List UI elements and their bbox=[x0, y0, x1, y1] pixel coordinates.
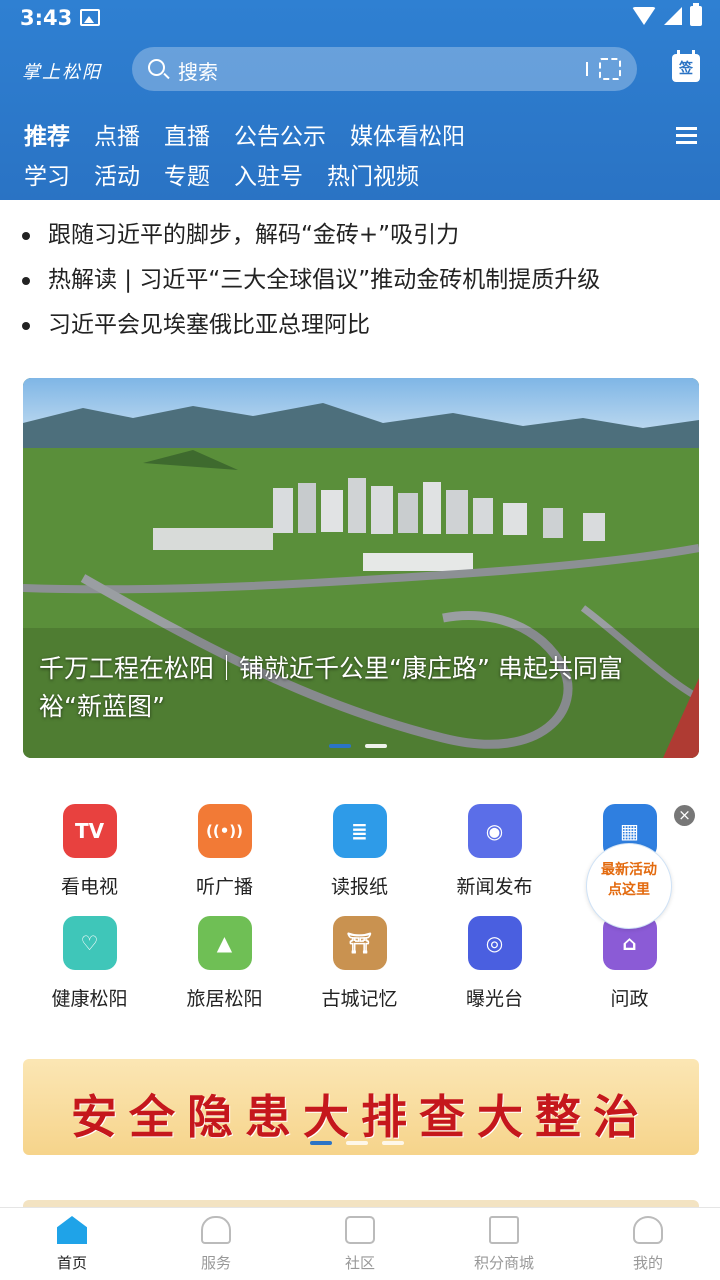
checkin-label: 签 bbox=[679, 61, 693, 77]
tv-icon: TV bbox=[62, 804, 117, 858]
health-icon: ♡ bbox=[62, 916, 117, 970]
signal-icon bbox=[664, 7, 682, 25]
heart-hands-icon bbox=[201, 1216, 231, 1244]
status-bar: 3:43 bbox=[0, 0, 720, 38]
target-icon: ◎ bbox=[467, 916, 522, 970]
service-label: 问政 bbox=[610, 988, 649, 1010]
tab-hot-videos[interactable]: 热门视频 bbox=[327, 157, 419, 191]
home-icon bbox=[57, 1216, 87, 1244]
service-label: 看电视 bbox=[60, 876, 118, 898]
health-glyph: ♡ bbox=[80, 931, 99, 955]
bottom-navigation: 首页 服务 社区 积分商城 我的 bbox=[0, 1207, 720, 1280]
headline-list: 跟随习近平的脚步，解码“金砖+”吸引力 热解读 | 习近平“三大全球倡议”推动金… bbox=[22, 213, 702, 348]
tab-media-songyang[interactable]: 媒体看松阳 bbox=[350, 117, 465, 151]
search-bar[interactable]: 搜索 bbox=[132, 47, 637, 91]
service-radio[interactable]: ((•)) 听广播 bbox=[157, 800, 292, 910]
scan-icon[interactable] bbox=[599, 58, 621, 80]
press-glyph: ◉ bbox=[485, 819, 504, 843]
tab-accounts[interactable]: 入驻号 bbox=[234, 157, 303, 191]
service-travel[interactable]: ▲ 旅居松阳 bbox=[157, 912, 292, 1022]
carousel-dot bbox=[382, 1141, 404, 1145]
close-promo-button[interactable]: × bbox=[674, 805, 695, 826]
service-health[interactable]: ♡ 健康松阳 bbox=[22, 912, 157, 1022]
radio-glyph: ((•)) bbox=[205, 822, 243, 840]
headline-item[interactable]: 习近平会见埃塞俄比亚总理阿比 bbox=[22, 303, 702, 348]
service-label: 曝光台 bbox=[465, 988, 523, 1010]
promo-bubble[interactable]: 最新活动 点这里 bbox=[586, 843, 672, 929]
status-time: 3:43 bbox=[20, 6, 73, 30]
nav-label: 我的 bbox=[632, 1254, 663, 1272]
carousel-dot bbox=[346, 1141, 368, 1145]
service-label: 新闻发布 bbox=[456, 876, 533, 898]
mountain-glyph: ▲ bbox=[216, 931, 233, 955]
system-indicators bbox=[632, 3, 702, 26]
battery-icon bbox=[690, 3, 702, 26]
app-logo: 掌上松阳 bbox=[22, 62, 102, 83]
checkin-calendar-icon[interactable]: 签 bbox=[672, 50, 700, 82]
channel-tabs: 推荐 点播 直播 公告公示 媒体看松阳 学习 活动 专题 入驻号 热门视频 bbox=[24, 114, 664, 194]
service-label: 古城记忆 bbox=[321, 988, 398, 1010]
nav-points-mall[interactable]: 积分商城 bbox=[432, 1208, 576, 1280]
promo-line-1: 最新活动 bbox=[601, 862, 657, 878]
user-icon bbox=[633, 1216, 663, 1244]
banner-caption: 千万工程在松阳｜铺就近千公里“康庄路” 串起共同富裕“新蓝图” bbox=[39, 654, 623, 721]
nav-profile[interactable]: 我的 bbox=[576, 1208, 720, 1280]
newspaper-glyph: ≣ bbox=[351, 819, 368, 843]
tab-recommend[interactable]: 推荐 bbox=[24, 117, 70, 151]
service-ancient-city[interactable]: ⛩ 古城记忆 bbox=[292, 912, 427, 1022]
menu-icon[interactable] bbox=[676, 127, 697, 144]
tab-live[interactable]: 直播 bbox=[164, 117, 210, 151]
tabs-row-2: 学习 活动 专题 入驻号 热门视频 bbox=[24, 154, 664, 194]
ancient-gate-icon: ⛩ bbox=[332, 916, 387, 970]
carousel-dot-active bbox=[310, 1141, 332, 1145]
nav-home[interactable]: 首页 bbox=[0, 1208, 144, 1280]
search-placeholder: 搜索 bbox=[178, 60, 218, 84]
nav-community[interactable]: 社区 bbox=[288, 1208, 432, 1280]
mountain-icon: ▲ bbox=[197, 916, 252, 970]
service-label: 听广播 bbox=[195, 876, 253, 898]
service-label: 健康松阳 bbox=[51, 988, 128, 1010]
search-divider bbox=[586, 62, 588, 76]
hero-carousel[interactable]: 千万工程在松阳｜铺就近千公里“康庄路” 串起共同富裕“新蓝图” bbox=[23, 378, 699, 758]
tab-announcements[interactable]: 公告公示 bbox=[234, 117, 326, 151]
carousel-dot bbox=[365, 744, 387, 748]
promo-line-2: 点这里 bbox=[608, 882, 650, 898]
nav-label: 首页 bbox=[56, 1254, 87, 1272]
wifi-icon bbox=[632, 7, 656, 25]
service-label: 旅居松阳 bbox=[186, 988, 263, 1010]
gate-glyph: ⛩ bbox=[346, 931, 373, 955]
service-watch-tv[interactable]: TV 看电视 bbox=[22, 800, 157, 910]
app-header: 3:43 掌上松阳 搜索 签 推荐 点播 直播 公告公示 媒体看松阳 学习 活动… bbox=[0, 0, 720, 200]
press-release-icon: ◉ bbox=[467, 804, 522, 858]
search-icon bbox=[148, 59, 165, 76]
nav-label: 积分商城 bbox=[473, 1254, 534, 1272]
carousel-indicator bbox=[329, 744, 387, 748]
service-newspaper[interactable]: ≣ 读报纸 bbox=[292, 800, 427, 910]
service-press-release[interactable]: ◉ 新闻发布 bbox=[427, 800, 562, 910]
nav-label: 社区 bbox=[344, 1254, 375, 1272]
headline-item[interactable]: 跟随习近平的脚步，解码“金砖+”吸引力 bbox=[22, 213, 702, 258]
gallery-notification-icon bbox=[80, 9, 100, 26]
headline-item[interactable]: 热解读 | 习近平“三大全球倡议”推动金砖机制提质升级 bbox=[22, 258, 702, 303]
safety-banner-text: 安全隐患大排查大整治 bbox=[71, 1090, 651, 1144]
radio-icon: ((•)) bbox=[197, 804, 252, 858]
newspaper-icon: ≣ bbox=[332, 804, 387, 858]
target-glyph: ◎ bbox=[485, 931, 504, 955]
tab-on-demand[interactable]: 点播 bbox=[94, 117, 140, 151]
gift-icon bbox=[489, 1216, 519, 1244]
tv-glyph: TV bbox=[74, 819, 105, 843]
safety-banner[interactable]: 安全隐患大排查大整治 bbox=[23, 1059, 699, 1155]
service-label: 读报纸 bbox=[330, 876, 388, 898]
tab-study[interactable]: 学习 bbox=[24, 157, 70, 191]
tabs-row-1: 推荐 点播 直播 公告公示 媒体看松阳 bbox=[24, 114, 664, 154]
service-exposure[interactable]: ◎ 曝光台 bbox=[427, 912, 562, 1022]
nav-label: 服务 bbox=[200, 1254, 231, 1272]
community-chat-icon bbox=[345, 1216, 375, 1244]
tab-activities[interactable]: 活动 bbox=[94, 157, 140, 191]
nav-services[interactable]: 服务 bbox=[144, 1208, 288, 1280]
tab-topics[interactable]: 专题 bbox=[164, 157, 210, 191]
safety-carousel-indicator bbox=[310, 1141, 404, 1145]
carousel-dot-active bbox=[329, 744, 351, 748]
